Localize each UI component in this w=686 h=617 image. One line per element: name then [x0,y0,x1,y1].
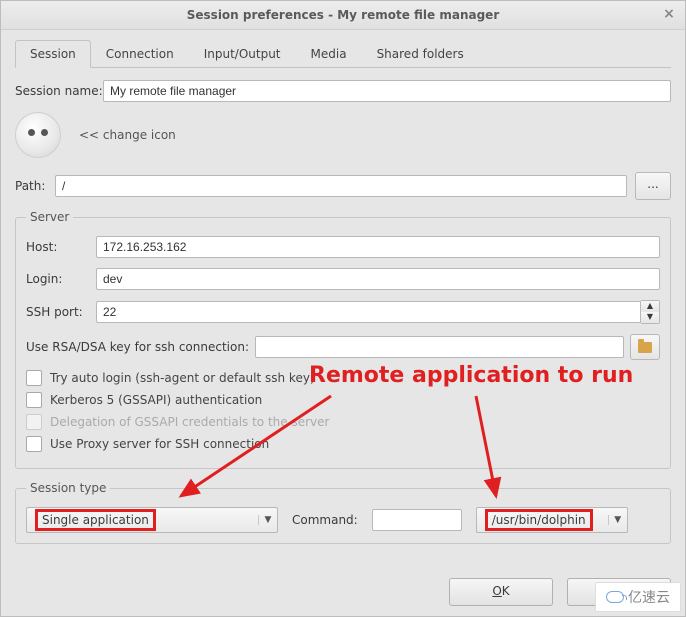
command-path-combo[interactable]: /usr/bin/dolphin ▼ [476,507,628,533]
gssapi-delegation-label: Delegation of GSSAPI credentials to the … [50,415,329,429]
chevron-down-icon[interactable]: ▼ [641,312,659,323]
command-input[interactable] [372,509,462,531]
session-type-group: Session type Single application ▼ Comman… [15,481,671,544]
watermark: 亿速云 [595,582,681,612]
auto-login-label: Try auto login (ssh-agent or default ssh… [50,371,315,385]
server-legend: Server [26,210,73,224]
sshport-label: SSH port: [26,305,96,319]
path-input [55,175,627,197]
path-label: Path: [15,179,55,193]
window-title: Session preferences - My remote file man… [187,8,500,22]
session-type-value: Single application [35,509,156,531]
rsa-browse-button[interactable] [630,334,660,360]
preferences-window: Session preferences - My remote file man… [0,0,686,617]
tab-shared-folders[interactable]: Shared folders [362,40,479,67]
kerberos-label: Kerberos 5 (GSSAPI) authentication [50,393,262,407]
server-group: Server Host: Login: SSH port: ▲ ▼ Use RS… [15,210,671,469]
session-type-legend: Session type [26,481,110,495]
chevron-down-icon: ▼ [608,515,627,525]
watermark-text: 亿速云 [628,587,670,607]
sshport-input[interactable] [96,301,641,323]
sshport-spinner[interactable]: ▲ ▼ [641,300,660,324]
chevron-down-icon: ▼ [258,515,277,525]
kerberos-checkbox[interactable] [26,392,42,408]
host-label: Host: [26,240,96,254]
session-icon[interactable] [15,112,61,158]
tab-session[interactable]: Session [15,40,91,68]
close-icon[interactable]: × [661,7,677,23]
proxy-checkbox[interactable] [26,436,42,452]
host-input[interactable] [96,236,660,258]
ok-button[interactable]: OK [449,578,553,606]
login-input[interactable] [96,268,660,290]
session-name-label: Session name: [15,84,103,98]
chevron-up-icon[interactable]: ▲ [641,301,659,312]
session-type-combo[interactable]: Single application ▼ [26,507,278,533]
command-path-value: /usr/bin/dolphin [485,509,593,531]
rsa-key-input[interactable] [255,336,624,358]
folder-icon [638,342,652,353]
change-icon-link[interactable]: << change icon [79,128,176,142]
tab-bar: Session Connection Input/Output Media Sh… [15,40,671,68]
tab-connection[interactable]: Connection [91,40,189,67]
login-label: Login: [26,272,96,286]
path-browse-button[interactable]: ... [635,172,671,200]
proxy-label: Use Proxy server for SSH connection [50,437,269,451]
tab-io[interactable]: Input/Output [189,40,296,67]
gssapi-delegation-checkbox [26,414,42,430]
command-label: Command: [292,513,358,527]
rsa-key-label: Use RSA/DSA key for ssh connection: [26,340,249,354]
cloud-icon [606,591,624,603]
session-name-input[interactable] [103,80,671,102]
titlebar: Session preferences - My remote file man… [1,1,685,30]
tab-media[interactable]: Media [296,40,362,67]
auto-login-checkbox[interactable] [26,370,42,386]
